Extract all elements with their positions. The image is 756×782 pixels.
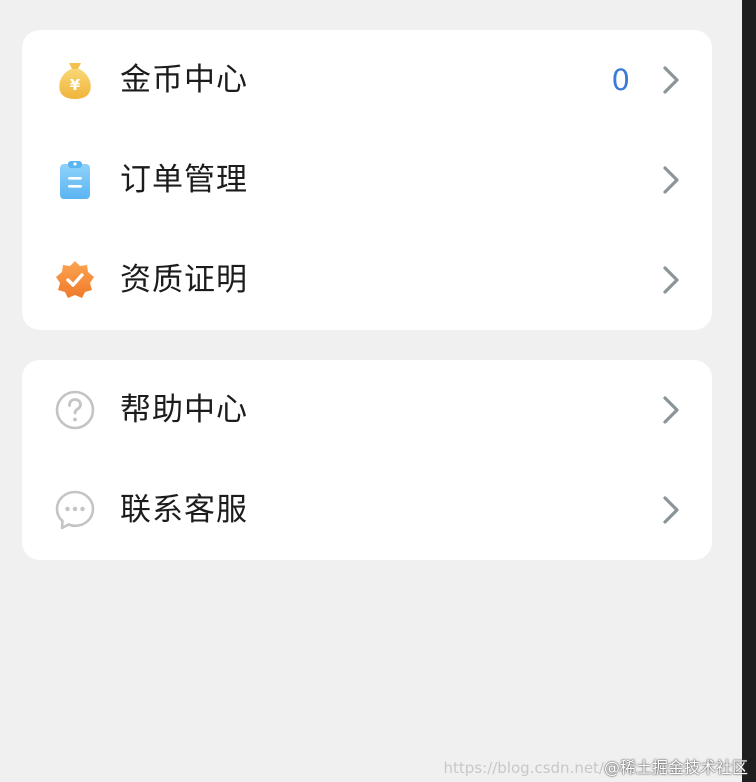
help-circle-icon (54, 389, 96, 431)
menu-item-label: 资质证明 (120, 262, 248, 298)
menu-item-qualification[interactable]: 资质证明 (22, 230, 712, 330)
money-bag-icon: ¥ (54, 59, 96, 101)
menu-item-label: 金币中心 (120, 62, 248, 98)
chat-bubble-icon (54, 489, 96, 531)
watermark-url: https://blog.csdn.net/ (443, 759, 604, 777)
svg-text:¥: ¥ (70, 76, 81, 94)
menu-item-label: 帮助中心 (120, 392, 248, 428)
menu-card-account: ¥ 金币中心 0 订单管理 资质证明 (22, 30, 712, 330)
verified-badge-icon (54, 259, 96, 301)
chevron-right-icon (662, 65, 680, 95)
menu-card-support: 帮助中心 联系客服 (22, 360, 712, 560)
watermark: https://blog.csdn.net/@稀土掘金技术社区 (444, 754, 748, 778)
chevron-right-icon (662, 265, 680, 295)
right-edge-strip (742, 0, 756, 782)
watermark-brand: @稀土掘金技术社区 (603, 758, 748, 777)
menu-item-contact-service[interactable]: 联系客服 (22, 460, 712, 560)
menu-item-label: 订单管理 (120, 162, 248, 198)
chevron-right-icon (662, 395, 680, 425)
clipboard-icon (54, 159, 96, 201)
chevron-right-icon (662, 165, 680, 195)
menu-item-order-management[interactable]: 订单管理 (22, 130, 712, 230)
menu-item-help-center[interactable]: 帮助中心 (22, 360, 712, 460)
menu-item-gold-center[interactable]: ¥ 金币中心 0 (22, 30, 712, 130)
chevron-right-icon (662, 495, 680, 525)
gold-balance-value: 0 (611, 63, 630, 97)
menu-item-label: 联系客服 (120, 492, 248, 528)
